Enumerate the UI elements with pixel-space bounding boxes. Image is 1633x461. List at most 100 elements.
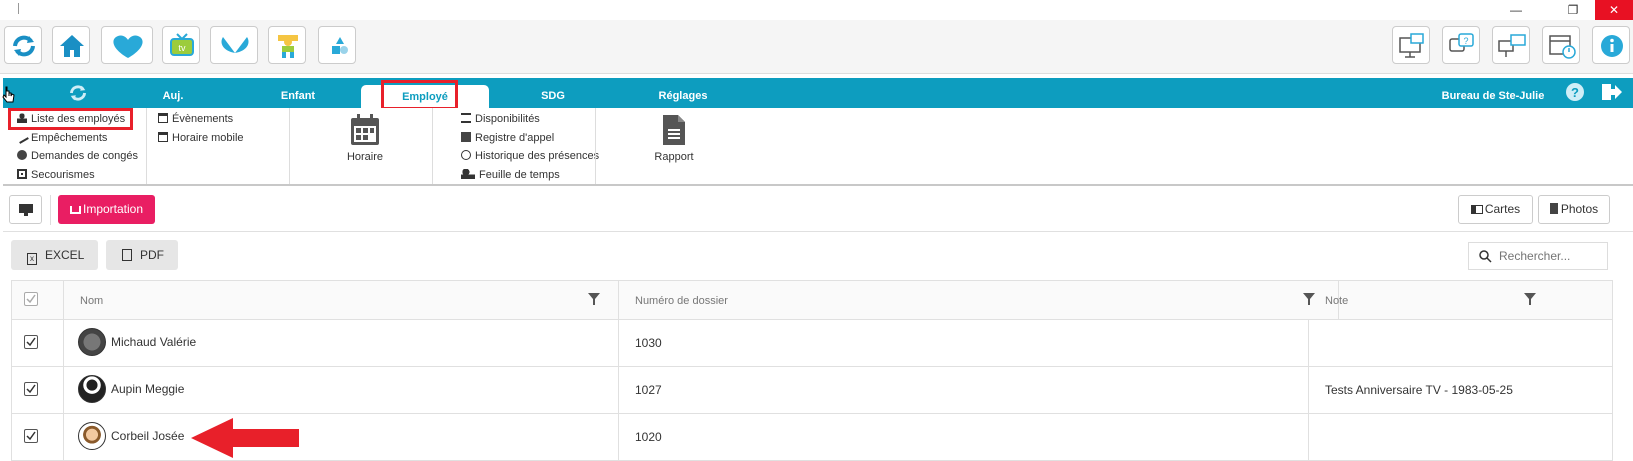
- cards-button[interactable]: Cartes: [1458, 195, 1533, 224]
- name-cell: Corbeil Josée: [64, 414, 619, 460]
- big-calendar-icon: [351, 114, 379, 145]
- butterfly-button[interactable]: [210, 26, 258, 64]
- action-separator: [50, 195, 51, 225]
- menu-impediments[interactable]: Empêchements: [15, 130, 107, 144]
- logout-icon[interactable]: [1601, 82, 1623, 102]
- monitor-icon: [18, 204, 33, 216]
- home-button[interactable]: [52, 26, 90, 64]
- window-titlebar: — ❐ ✕: [0, 0, 1633, 20]
- download-icon: [69, 206, 81, 214]
- table-row[interactable]: Corbeil Josée 1020: [11, 414, 1613, 461]
- butterfly-icon: [221, 37, 249, 53]
- tv-button[interactable]: tv: [162, 26, 200, 64]
- display-toggle-button[interactable]: [9, 195, 42, 224]
- row-select-cell: [12, 320, 64, 366]
- info-icon: [1601, 35, 1623, 57]
- name-cell: Michaud Valérie: [64, 320, 619, 366]
- check-square-icon: [461, 132, 471, 142]
- employee-list-panel: Importation Cartes Photos xEXCEL PDF Nom: [3, 188, 1633, 461]
- calendar-clock-icon: [1549, 35, 1576, 59]
- heart-button[interactable]: [101, 26, 153, 64]
- help-chat-button[interactable]: ?: [1442, 26, 1480, 64]
- menu-mobile-schedule[interactable]: Horaire mobile: [158, 132, 244, 144]
- menu-attendance-history[interactable]: Historique des présences: [461, 150, 599, 162]
- action-bar: Importation Cartes Photos: [3, 188, 1633, 232]
- row-checkbox[interactable]: [24, 335, 38, 349]
- menu-call-register[interactable]: Registre d'appel: [461, 132, 554, 144]
- excel-file-icon: x: [27, 253, 37, 265]
- tab-sdg[interactable]: SDG: [533, 90, 573, 102]
- file-number: 1027: [635, 383, 662, 397]
- filter-icon[interactable]: [1524, 293, 1536, 305]
- red-arrow-annotation: [191, 418, 299, 458]
- header-file-cell[interactable]: Numéro de dossier: [619, 281, 1339, 319]
- note-cell: Tests Anniversaire TV - 1983-05-25: [1309, 367, 1614, 413]
- table-row[interactable]: Aupin Meggie 1027 Tests Anniversaire TV …: [11, 367, 1613, 414]
- home-icon: [60, 35, 84, 57]
- note-cell: [1309, 320, 1614, 366]
- table-row[interactable]: Michaud Valérie 1030: [11, 320, 1613, 367]
- active-tab-highlight: [381, 80, 458, 110]
- row-checkbox[interactable]: [24, 382, 38, 396]
- text-caret: [18, 3, 19, 14]
- nav-refresh-icon[interactable]: [67, 82, 89, 104]
- minimize-button[interactable]: —: [1497, 0, 1535, 20]
- svg-text:?: ?: [1571, 85, 1579, 100]
- main-nav: Auj. Enfant Employé SDG Réglages Bureau …: [3, 78, 1633, 108]
- menu-schedule[interactable]: Horaire: [343, 114, 387, 163]
- header-note-cell[interactable]: Note: [1309, 281, 1614, 319]
- screen-switch-button[interactable]: [1492, 26, 1530, 64]
- search-box[interactable]: [1468, 242, 1608, 270]
- submenu-separator: [146, 108, 147, 184]
- question-circle-icon: [17, 150, 27, 160]
- avatar: [78, 422, 106, 450]
- menu-first-aid[interactable]: Secourismes: [17, 169, 95, 181]
- export-excel-button[interactable]: x EXCEL: [11, 240, 98, 270]
- maximize-button[interactable]: ❐: [1554, 0, 1592, 20]
- menu-leave-requests[interactable]: Demandes de congés: [17, 150, 138, 162]
- menu-timesheet[interactable]: Feuille de temps: [461, 169, 560, 181]
- name-cell: Aupin Meggie: [64, 367, 619, 413]
- remote-desktop-mail-icon: [1399, 33, 1424, 58]
- tools-icon: [15, 130, 29, 144]
- employee-name: Aupin Meggie: [111, 382, 185, 396]
- tab-child[interactable]: Enfant: [273, 90, 323, 102]
- document-icon: [663, 115, 685, 145]
- file-cell: 1030: [619, 320, 1309, 366]
- child-button[interactable]: [268, 26, 306, 64]
- tab-today[interactable]: Auj.: [153, 90, 193, 102]
- calendar-clock-button[interactable]: [1542, 26, 1580, 64]
- import-button[interactable]: Importation: [58, 195, 155, 224]
- note-cell: [1309, 414, 1614, 460]
- child-icon: [278, 35, 298, 58]
- location-label[interactable]: Bureau de Ste-Julie: [1428, 90, 1558, 102]
- select-all-checkbox[interactable]: [24, 292, 38, 306]
- row-select-cell: [12, 367, 64, 413]
- user-clock-icon: [461, 169, 475, 179]
- photos-button[interactable]: Photos: [1538, 195, 1610, 224]
- refresh-button[interactable]: [4, 26, 42, 64]
- calendar-icon: [158, 132, 168, 142]
- submenu-separator: [432, 108, 433, 184]
- heart-icon: [113, 35, 143, 58]
- menu-events[interactable]: Évènements: [158, 113, 233, 125]
- file-number: 1030: [635, 336, 662, 350]
- search-icon: [1479, 250, 1492, 263]
- row-checkbox[interactable]: [24, 429, 38, 443]
- tab-settings[interactable]: Réglages: [653, 90, 713, 102]
- export-pdf-button[interactable]: PDF: [106, 240, 178, 270]
- svg-text:tv: tv: [178, 43, 186, 53]
- header-name: Nom: [80, 295, 104, 307]
- remote-mail-button[interactable]: [1392, 26, 1430, 64]
- info-button[interactable]: [1592, 26, 1630, 64]
- search-input[interactable]: [1499, 248, 1604, 264]
- submenu-separator: [595, 108, 596, 184]
- menu-availability[interactable]: Disponibilités: [461, 113, 540, 125]
- filter-icon[interactable]: [588, 293, 600, 305]
- help-icon[interactable]: ?: [1565, 82, 1585, 102]
- menu-report[interactable]: Rapport: [649, 114, 699, 163]
- shapes-button[interactable]: [318, 26, 356, 64]
- close-button[interactable]: ✕: [1595, 0, 1633, 20]
- submenu-separator: [289, 108, 290, 184]
- header-name-cell[interactable]: Nom: [64, 281, 619, 319]
